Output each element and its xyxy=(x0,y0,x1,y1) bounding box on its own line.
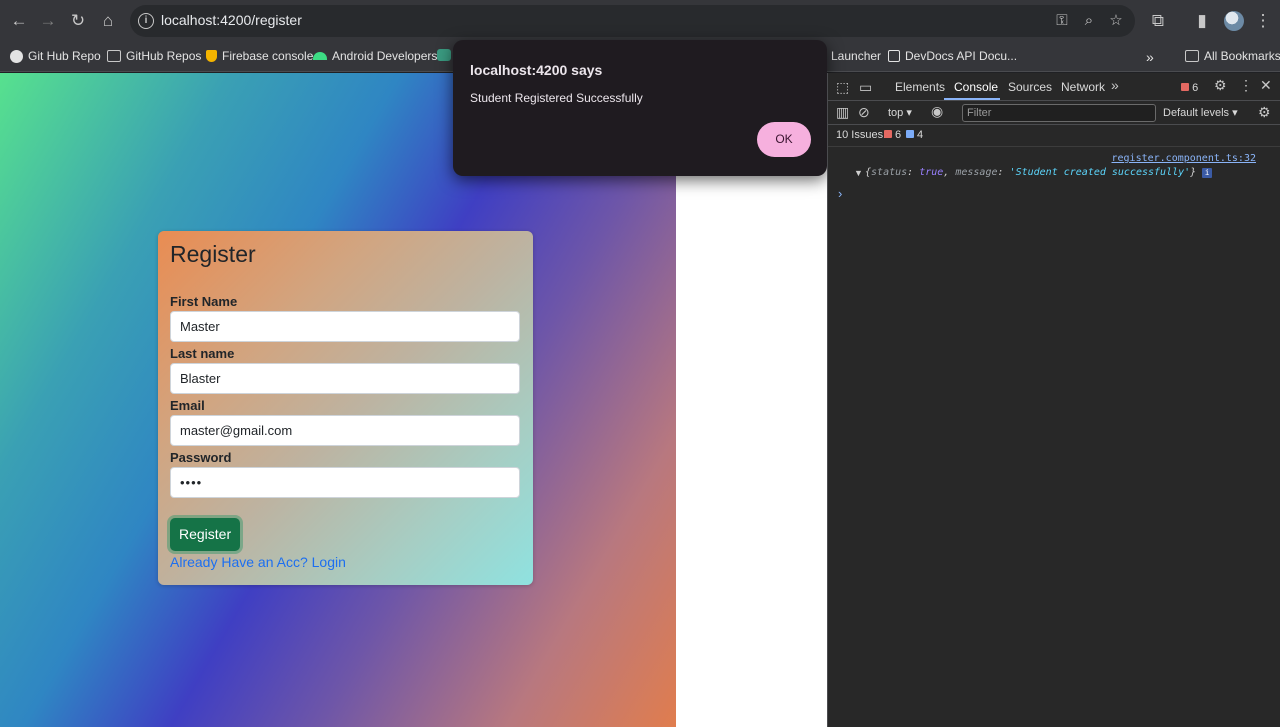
tab-sources[interactable]: Sources xyxy=(1008,80,1052,94)
message-key: message xyxy=(955,167,998,178)
sidebar-toggle-icon[interactable]: ▥ xyxy=(836,104,849,121)
address-bar[interactable]: i localhost:4200/register ⚿ ⌕ ☆ xyxy=(130,5,1135,37)
bookmark-label: All Bookmarks xyxy=(1204,49,1280,63)
first-name-input[interactable]: Master xyxy=(170,311,520,342)
error-count: 6 xyxy=(1192,82,1199,94)
tab-elements[interactable]: Elements xyxy=(895,80,945,94)
context-value: top xyxy=(888,107,904,119)
forward-arrow-icon[interactable]: → xyxy=(35,8,61,34)
dialog-title: localhost:4200 says xyxy=(470,62,603,78)
email-label: Email xyxy=(170,398,205,413)
android-icon xyxy=(313,52,327,60)
register-button[interactable]: Register xyxy=(170,518,241,551)
expand-triangle-icon[interactable]: ▼ xyxy=(854,168,863,178)
bookmark-android-developers[interactable]: Android Developers xyxy=(313,49,437,63)
home-icon[interactable]: ⌂ xyxy=(95,8,121,34)
bookmark-label: Android Developers xyxy=(332,49,438,63)
back-arrow-icon[interactable]: ← xyxy=(6,8,32,34)
console-filter-input[interactable]: Filter xyxy=(962,104,1156,122)
console-log-entry: register.component.ts:32 ▼ {status: true… xyxy=(828,149,1280,189)
bookmark-star-icon[interactable]: ☆ xyxy=(1106,11,1126,31)
bookmark-github-repos[interactable]: GitHub Repos xyxy=(107,49,201,63)
tab-console[interactable]: Console xyxy=(954,80,998,94)
error-icon xyxy=(1181,83,1189,91)
issues-label: 10 Issues: xyxy=(836,129,887,141)
inspect-element-icon[interactable]: ⬚ xyxy=(836,79,849,96)
bookmark-label: DevDocs API Docu... xyxy=(905,49,1018,63)
folder-icon xyxy=(1185,50,1199,62)
devdocs-icon xyxy=(888,50,900,62)
bookmark-label: Launcher xyxy=(831,49,882,63)
issue-error-icon xyxy=(884,130,892,138)
more-tabs-chevron-icon[interactable]: » xyxy=(1111,77,1119,93)
password-input[interactable]: •••• xyxy=(170,467,520,498)
side-panel-icon[interactable]: ▮ xyxy=(1189,8,1215,34)
last-name-label: Last name xyxy=(170,346,235,361)
bookmark-chatgpt[interactable] xyxy=(437,49,451,61)
devtools-menu-icon[interactable]: ⋮ xyxy=(1239,77,1253,94)
email-input[interactable]: master@gmail.com xyxy=(170,415,520,446)
dropdown-arrow-icon: ▾ xyxy=(1232,107,1238,119)
more-bookmarks-chevron-icon[interactable]: » xyxy=(1146,49,1154,65)
active-tab-indicator xyxy=(944,98,1000,100)
issues-bar[interactable]: 10 Issues: 6 4 xyxy=(828,125,1280,147)
openai-icon xyxy=(437,49,451,61)
info-icon[interactable]: i xyxy=(1202,168,1213,178)
issues-error-count: 6 xyxy=(895,129,902,141)
bookmark-git-hub-repo[interactable]: Git Hub Repo xyxy=(10,49,101,63)
form-title: Register xyxy=(170,241,256,267)
console-toolbar: ▥ ⊘ top ▾ ◉ Filter Default levels ▾ ⚙ xyxy=(828,101,1280,125)
log-source-link[interactable]: register.component.ts:32 xyxy=(1112,153,1257,164)
first-name-label: First Name xyxy=(170,294,238,309)
device-toolbar-icon[interactable]: ▭ xyxy=(859,79,872,96)
console-prompt-chevron-icon[interactable]: › xyxy=(838,186,842,201)
devtools-panel: ⬚ ▭ Elements Console Sources Network » 6… xyxy=(827,73,1280,727)
settings-gear-icon[interactable]: ⚙ xyxy=(1214,77,1227,94)
reload-icon[interactable]: ↻ xyxy=(65,8,91,34)
close-devtools-icon[interactable]: ✕ xyxy=(1260,77,1272,94)
issue-info-icon xyxy=(906,130,914,138)
register-card: Register First Name Master Last name Bla… xyxy=(158,231,533,585)
folder-icon xyxy=(107,50,121,62)
message-value: 'Student created successfully' xyxy=(1009,167,1191,178)
password-key-icon[interactable]: ⚿ xyxy=(1052,11,1072,31)
zoom-icon[interactable]: ⌕ xyxy=(1079,11,1099,31)
password-label: Password xyxy=(170,450,232,465)
dialog-ok-button[interactable]: OK xyxy=(757,122,811,157)
bookmark-firebase-console[interactable]: Firebase console xyxy=(206,49,313,63)
browser-menu-icon[interactable]: ⋮ xyxy=(1250,8,1276,34)
context-selector[interactable]: top ▾ xyxy=(888,106,912,119)
site-info-icon[interactable]: i xyxy=(138,13,154,29)
bookmark-launcher[interactable]: Launcher xyxy=(831,49,881,63)
extensions-icon[interactable]: ⧉ xyxy=(1145,8,1171,34)
last-name-input[interactable]: Blaster xyxy=(170,363,520,394)
dropdown-arrow-icon: ▾ xyxy=(906,107,912,119)
log-levels-dropdown[interactable]: Default levels ▾ xyxy=(1163,106,1238,119)
github-icon xyxy=(10,49,23,63)
tab-network[interactable]: Network xyxy=(1061,80,1105,94)
levels-value: Default levels xyxy=(1163,107,1230,119)
bookmark-all-bookmarks[interactable]: All Bookmarks xyxy=(1185,49,1280,63)
devtools-tab-bar: ⬚ ▭ Elements Console Sources Network » 6… xyxy=(828,73,1280,101)
login-link[interactable]: Already Have an Acc? Login xyxy=(170,554,346,570)
bookmark-label: Firebase console xyxy=(222,49,314,63)
console-settings-gear-icon[interactable]: ⚙ xyxy=(1258,104,1271,121)
profile-avatar[interactable] xyxy=(1224,11,1244,31)
alert-dialog: localhost:4200 says Student Registered S… xyxy=(453,40,827,176)
status-key: status xyxy=(871,167,908,178)
live-expression-eye-icon[interactable]: ◉ xyxy=(931,103,943,120)
dialog-message: Student Registered Successfully xyxy=(470,91,643,105)
browser-toolbar: ← → ↻ ⌂ i localhost:4200/register ⚿ ⌕ ☆ … xyxy=(0,0,1280,42)
status-value: true xyxy=(919,167,944,178)
bookmark-devdocs[interactable]: DevDocs API Docu... xyxy=(888,49,1017,63)
firebase-icon xyxy=(206,50,217,62)
log-object[interactable]: {status: true, message: 'Student created… xyxy=(865,167,1213,178)
clear-console-icon[interactable]: ⊘ xyxy=(858,104,870,121)
bookmark-label: GitHub Repos xyxy=(126,49,202,63)
error-count-badge[interactable]: 6 xyxy=(1181,82,1198,94)
issues-info-count: 4 xyxy=(917,129,924,141)
bookmark-label: Git Hub Repo xyxy=(28,49,101,63)
url-text: localhost:4200/register xyxy=(161,12,302,28)
